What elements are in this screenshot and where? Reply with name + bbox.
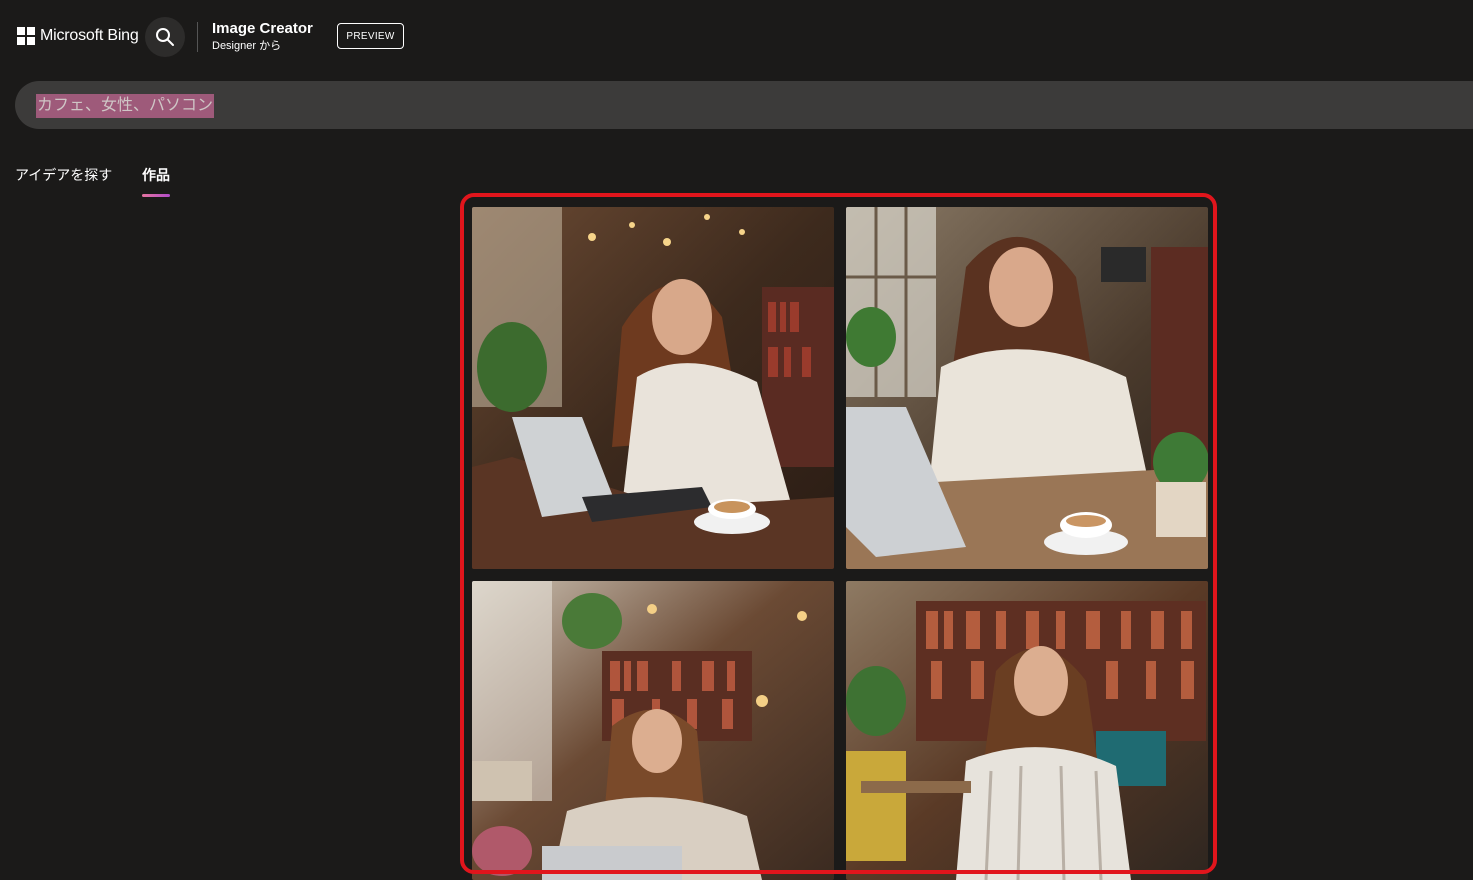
microsoft-bing-logo[interactable]: Microsoft Bing	[17, 27, 139, 45]
search-icon	[156, 28, 174, 46]
tab-bar: アイデアを探す 作品	[15, 165, 170, 197]
prompt-text-selected: カフェ、女性、パソコン	[36, 94, 215, 118]
search-button[interactable]	[145, 17, 185, 57]
app-subtitle: Designer から	[212, 40, 282, 52]
brand-name: Microsoft Bing	[40, 27, 139, 44]
prompt-input[interactable]: カフェ、女性、パソコン	[15, 81, 1473, 129]
top-header: Microsoft Bing Image Creator Designer から…	[0, 0, 1473, 74]
app-title: Image Creator	[212, 20, 313, 37]
header-divider	[197, 22, 198, 52]
tab-creations[interactable]: 作品	[142, 165, 170, 197]
highlight-frame	[460, 193, 1217, 874]
preview-badge: PREVIEW	[337, 23, 404, 49]
tab-explore-ideas[interactable]: アイデアを探す	[15, 165, 142, 195]
windows-logo-icon	[17, 27, 35, 45]
app-title-block[interactable]: Image Creator Designer から	[212, 20, 313, 54]
